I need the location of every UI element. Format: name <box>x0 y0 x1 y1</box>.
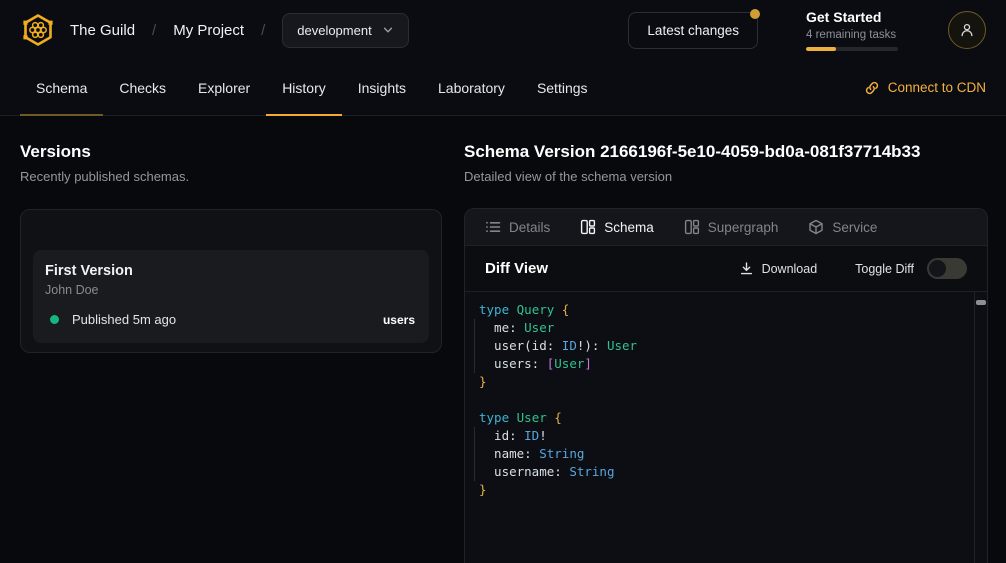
tab-explorer[interactable]: Explorer <box>182 60 266 115</box>
service-name-badge: users <box>383 313 415 327</box>
tab-insights[interactable]: Insights <box>342 60 422 115</box>
list-icon <box>485 219 501 235</box>
version-author: John Doe <box>45 283 415 297</box>
main-content: Versions Recently published schemas. Fir… <box>0 116 1006 563</box>
version-detail-panel: Schema Version 2166196f-5e10-4059-bd0a-0… <box>460 116 1006 563</box>
version-detail-title: Schema Version 2166196f-5e10-4059-bd0a-0… <box>464 142 988 162</box>
breadcrumb-org[interactable]: The Guild <box>70 22 135 39</box>
toggle-diff-switch[interactable] <box>927 258 967 279</box>
detail-tab-label: Service <box>832 220 877 235</box>
published-status-dot <box>50 315 59 324</box>
breadcrumb-separator: / <box>152 22 156 39</box>
tab-laboratory[interactable]: Laboratory <box>422 60 521 115</box>
tab-checks[interactable]: Checks <box>103 60 182 115</box>
version-detail-card: Details Schema <box>464 208 988 563</box>
latest-changes-button[interactable]: Latest changes <box>628 12 758 49</box>
detail-tab-label: Details <box>509 220 550 235</box>
download-button[interactable]: Download <box>739 261 818 276</box>
top-bar: The Guild / My Project / development Lat… <box>0 0 1006 60</box>
code-block: type Query { me: User user(id: ID!): Use… <box>465 292 987 508</box>
target-nav: Schema Checks Explorer History Insights … <box>0 60 1006 116</box>
columns-icon <box>684 219 700 235</box>
tab-history[interactable]: History <box>266 60 342 115</box>
hive-logo-icon[interactable] <box>20 12 56 48</box>
diff-view-header: Diff View Download Toggle Diff <box>465 246 987 292</box>
link-icon <box>864 80 880 96</box>
tab-schema[interactable]: Schema <box>20 60 103 115</box>
get-started-progress-fill <box>806 47 836 51</box>
version-meta-row: Published 5m ago users <box>45 312 415 327</box>
get-started-widget[interactable]: Get Started 4 remaining tasks <box>806 9 898 51</box>
get-started-title: Get Started <box>806 9 898 27</box>
version-detail-subtitle: Detailed view of the schema version <box>464 169 988 184</box>
versions-title: Versions <box>20 142 460 162</box>
cube-icon <box>808 219 824 235</box>
target-selector-dropdown[interactable]: development <box>282 13 408 48</box>
version-list-item[interactable]: First Version John Doe Published 5m ago … <box>33 250 429 343</box>
download-icon <box>739 261 754 276</box>
breadcrumb-project[interactable]: My Project <box>173 22 244 39</box>
get-started-remaining-tasks: 4 remaining tasks <box>806 29 898 41</box>
get-started-progress-track <box>806 47 898 51</box>
version-name: First Version <box>45 263 415 279</box>
versions-panel: Versions Recently published schemas. Fir… <box>0 116 460 563</box>
chevron-down-icon <box>382 24 394 36</box>
tab-settings[interactable]: Settings <box>521 60 604 115</box>
diff-view-title: Diff View <box>485 260 548 277</box>
target-selector-value: development <box>297 23 371 38</box>
detail-tab-supergraph[interactable]: Supergraph <box>684 219 779 235</box>
published-status-text: Published 5m ago <box>72 312 176 327</box>
detail-tab-service[interactable]: Service <box>808 219 877 235</box>
detail-tabs: Details Schema <box>465 209 987 246</box>
detail-tab-details[interactable]: Details <box>485 219 550 235</box>
diff-actions: Download Toggle Diff <box>739 258 967 279</box>
notification-dot <box>750 9 760 19</box>
columns-icon <box>580 219 596 235</box>
person-icon <box>958 21 976 39</box>
latest-changes-label: Latest changes <box>647 23 739 38</box>
schema-code-viewer[interactable]: type Query { me: User user(id: ID!): Use… <box>465 292 987 563</box>
connect-to-cdn-button[interactable]: Connect to CDN <box>864 60 986 115</box>
toggle-diff-label: Toggle Diff <box>855 262 914 276</box>
detail-tab-label: Supergraph <box>708 220 779 235</box>
switch-knob <box>929 260 946 277</box>
code-scrollbar-thumb[interactable] <box>976 300 986 305</box>
user-menu-button[interactable] <box>948 11 986 49</box>
download-label: Download <box>762 262 818 276</box>
versions-subtitle: Recently published schemas. <box>20 169 460 184</box>
breadcrumb-separator: / <box>261 22 265 39</box>
connect-to-cdn-label: Connect to CDN <box>888 80 986 95</box>
detail-tab-label: Schema <box>604 220 654 235</box>
code-scrollbar[interactable] <box>974 292 987 563</box>
detail-tab-schema[interactable]: Schema <box>580 219 654 235</box>
versions-list-card: First Version John Doe Published 5m ago … <box>20 209 442 353</box>
